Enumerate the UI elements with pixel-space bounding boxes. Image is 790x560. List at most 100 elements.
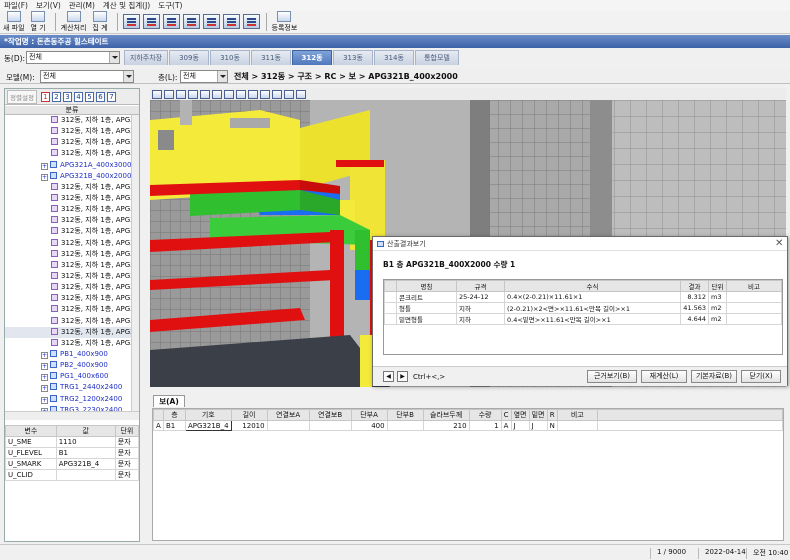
table-row[interactable]: 콘크리트 25-24-12 0.4×(2-0.21)×11.61×1 8.312… — [384, 291, 782, 303]
tree-item[interactable]: 312동, 지하 1층, APG31 — [5, 148, 139, 159]
tree-item[interactable]: 312동, 지하 1층, APG32 — [5, 226, 139, 237]
calc-button[interactable]: 계산처리 — [61, 11, 86, 33]
close-icon[interactable]: ✕ — [775, 238, 783, 249]
level-button[interactable]: 6 — [95, 91, 105, 102]
tree-item[interactable]: 312동, 지하 1층, APG32 — [5, 271, 139, 282]
tree-item[interactable]: + PG1_400x600 — [5, 371, 139, 382]
table-row[interactable]: U_SME 1110 문자 — [5, 436, 140, 448]
report-icon[interactable] — [202, 14, 220, 29]
report-icon[interactable] — [122, 14, 140, 29]
tree-item[interactable]: 312동, 지하 1층, APG32 — [5, 260, 139, 271]
tree-item[interactable]: 312동, 지하 1층, APG32 — [5, 249, 139, 260]
tree-item[interactable]: 312동, 지하 1층, APG32 — [5, 282, 139, 293]
tab-313[interactable]: 313동 — [333, 50, 373, 65]
tree-item[interactable]: + PB2_400x900 — [5, 360, 139, 371]
tree-item[interactable]: + APG321B_400x2000 — [5, 171, 139, 182]
next-icon[interactable]: ▶ — [397, 371, 408, 382]
expand-icon[interactable]: + — [41, 351, 48, 359]
tab-integrated-model[interactable]: 통합모델 — [415, 50, 459, 65]
tab-310[interactable]: 310동 — [210, 50, 250, 65]
tree-item[interactable]: 312동, 지하 1층, APG32 — [5, 316, 139, 327]
tree-item[interactable]: + PB1_400x900 — [5, 349, 139, 360]
close-button[interactable]: 닫기(X) — [741, 370, 781, 383]
cube-icon[interactable] — [248, 89, 258, 99]
tree-item[interactable]: 312동, 지하 1층, APG31 — [5, 115, 139, 126]
cube-icon[interactable] — [236, 89, 246, 99]
open-button[interactable]: 열 기 — [31, 11, 46, 33]
tree-item[interactable]: 312동, 지하 1층, APG32 — [5, 215, 139, 226]
cube-icon[interactable] — [224, 89, 234, 99]
tab-309[interactable]: 309동 — [169, 50, 209, 65]
level-button[interactable]: 3 — [62, 91, 72, 102]
tree-scrollbar[interactable] — [131, 115, 139, 411]
floor-select[interactable]: 전체 — [180, 70, 228, 83]
tree-item[interactable]: 312동, 지하 1층, APG32 — [5, 293, 139, 304]
tab-beam[interactable]: 보(A) — [153, 395, 185, 407]
menu-view[interactable]: 보기(V) — [36, 0, 61, 11]
tab-314[interactable]: 314동 — [374, 50, 414, 65]
model-select[interactable]: 전체 — [40, 70, 134, 83]
tree-item[interactable]: 312동, 지하 1층, APG32 — [5, 304, 139, 315]
recalc-button[interactable]: 재계산(L) — [641, 370, 687, 383]
view-icon[interactable] — [176, 89, 186, 99]
tree-item[interactable]: 312동, 지하 1층, APG32 — [5, 193, 139, 204]
cube-icon[interactable] — [188, 89, 198, 99]
list-icon[interactable] — [284, 89, 294, 99]
expand-icon[interactable]: + — [41, 374, 48, 382]
color-icon[interactable] — [296, 89, 306, 99]
cube-icon[interactable] — [260, 89, 270, 99]
tab-311[interactable]: 311동 — [251, 50, 291, 65]
level-button[interactable]: 4 — [73, 91, 83, 102]
menu-tools[interactable]: 도구(T) — [158, 0, 182, 11]
menu-manage[interactable]: 관리(M) — [69, 0, 95, 11]
cube-icon[interactable] — [272, 89, 282, 99]
expand-icon[interactable]: + — [41, 396, 48, 404]
tree-item[interactable]: 312동, 지하 1층, APG31 — [5, 137, 139, 148]
prev-icon[interactable]: ◀ — [383, 371, 394, 382]
view-basis-button[interactable]: 근거보기(B) — [587, 370, 637, 383]
new-file-button[interactable]: 새 파일 — [3, 11, 25, 33]
tree-item[interactable]: 312동, 지하 1층, APG32 — [5, 238, 139, 249]
cube-icon[interactable] — [200, 89, 210, 99]
view-icon[interactable] — [164, 89, 174, 99]
building-select[interactable]: 전체 — [26, 51, 120, 64]
level-button[interactable]: 2 — [51, 91, 61, 102]
basic-data-button[interactable]: 기본자료(B) — [691, 370, 737, 383]
expand-icon[interactable]: + — [41, 162, 48, 170]
expand-icon[interactable]: + — [41, 385, 48, 393]
level-button[interactable]: 5 — [84, 91, 94, 102]
tree-item[interactable]: 312동, 지하 1층, APG32 — [5, 326, 139, 338]
tree-horizontal-scrollbar[interactable] — [5, 411, 139, 420]
tab-312[interactable]: 312동 — [292, 50, 332, 65]
level-button[interactable]: 7 — [106, 91, 116, 102]
tree-item[interactable]: 312동, 지하 1층, APG32 — [5, 204, 139, 215]
tree-item[interactable]: + TRG1_2440x2400 — [5, 382, 139, 393]
view-icon[interactable] — [152, 89, 162, 99]
table-row[interactable]: 형틀 지하 (2-0.21)×2<면>×11.61<만목 길이>×1 41.56… — [384, 302, 782, 314]
tab-basement-parking[interactable]: 지하주차장 — [124, 50, 168, 65]
tree-item[interactable]: + TRG2_1200x2400 — [5, 394, 139, 405]
tree-item[interactable]: + APG321A_400x3000 — [5, 160, 139, 171]
report-icon[interactable] — [182, 14, 200, 29]
report-icon[interactable] — [242, 14, 260, 29]
level-button[interactable]: 1 — [40, 91, 50, 102]
expand-icon[interactable]: + — [41, 173, 48, 181]
menu-calc[interactable]: 계산 및 집계(J) — [103, 0, 150, 11]
report-icon[interactable] — [222, 14, 240, 29]
report-icon[interactable] — [162, 14, 180, 29]
menu-file[interactable]: 파일(F) — [4, 0, 28, 11]
tree-item[interactable]: 312동, 지하 1층, APG32 — [5, 338, 139, 349]
table-row[interactable]: U_SMARK APG321B_4 문자 — [5, 458, 140, 470]
table-row[interactable]: A B1 APG321B_4 12010 400 210 1 A J J N — [153, 420, 784, 431]
tree-item[interactable]: 312동, 지하 1층, APG31 — [5, 126, 139, 137]
table-row[interactable]: U_FLEVEL B1 문자 — [5, 447, 140, 459]
tree-item[interactable]: 312동, 지하 1층, APG32 — [5, 182, 139, 193]
cube-icon[interactable] — [212, 89, 222, 99]
report-icon[interactable] — [142, 14, 160, 29]
expand-icon[interactable]: + — [41, 363, 48, 371]
table-row[interactable]: 밑면형틀 지하 0.4<밑면>×11.61<만목 길이>×1 4.644 m2 — [384, 313, 782, 325]
table-row[interactable]: U_CLID 문자 — [5, 469, 140, 481]
register-info-button[interactable]: 등록정보 — [272, 11, 297, 33]
sort-settings-button[interactable]: 정렬설정 — [7, 89, 37, 104]
aggregate-button[interactable]: 집 계 — [92, 11, 108, 33]
